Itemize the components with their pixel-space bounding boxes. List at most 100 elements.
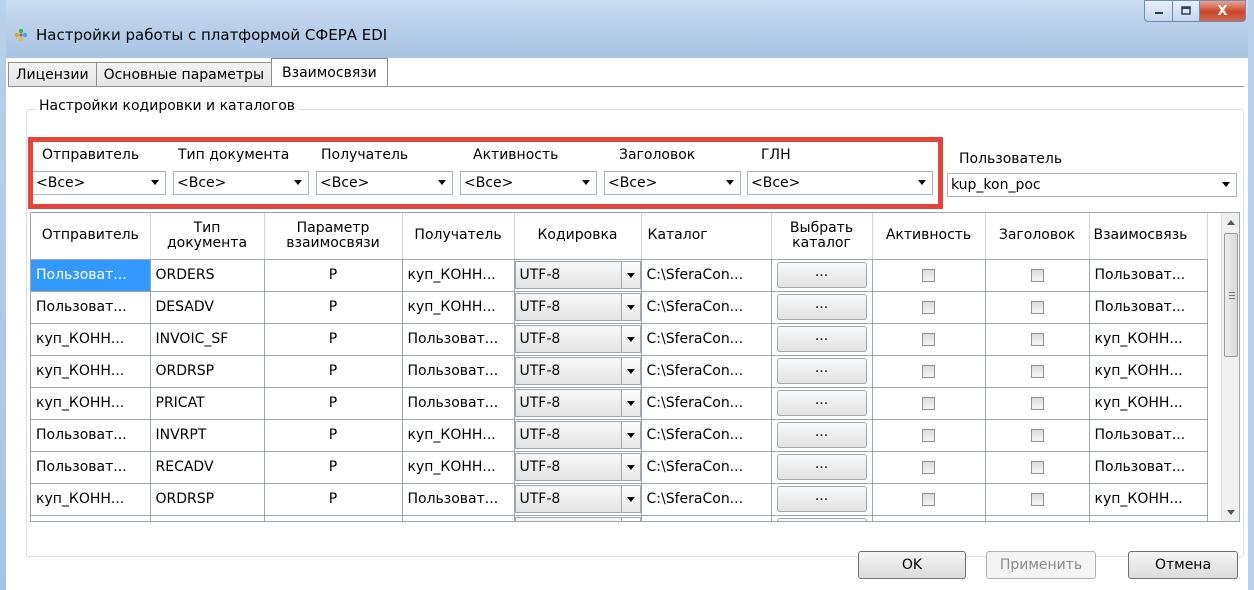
- cell-encoding[interactable]: UTF-8: [514, 291, 642, 324]
- cell-catalog[interactable]: C:\SferaCon...: [641, 419, 772, 452]
- cell-activity[interactable]: [872, 451, 986, 484]
- apply-button[interactable]: Применить: [986, 551, 1096, 579]
- cell-receiver[interactable]: Пользоват...: [402, 323, 515, 356]
- cell-encoding[interactable]: UTF-8: [514, 323, 642, 356]
- cell-header[interactable]: [985, 387, 1090, 420]
- col-header-sender[interactable]: Отправитель: [31, 213, 151, 260]
- cell-relation[interactable]: куп_КОНН...: [1089, 483, 1208, 516]
- cell-doctype[interactable]: RECADV: [150, 451, 265, 484]
- cell-param[interactable]: P: [264, 387, 403, 420]
- activity-checkbox[interactable]: [922, 268, 935, 282]
- cell-sender[interactable]: Пользоват...: [31, 419, 151, 452]
- table-row[interactable]: Пользоват... RECADV Pкуп_КОНН... UTF-8 C:\Sf…: [31, 451, 1208, 484]
- cell-header[interactable]: [985, 355, 1090, 388]
- encoding-dropdown-button[interactable]: [620, 517, 640, 521]
- cell-pick[interactable]: ...: [771, 515, 873, 521]
- header-checkbox[interactable]: [1030, 332, 1044, 346]
- header-checkbox[interactable]: [1030, 268, 1044, 282]
- cell-encoding[interactable]: UTF-8: [514, 483, 642, 516]
- close-button[interactable]: X: [1200, 0, 1246, 22]
- cell-header[interactable]: [985, 323, 1090, 356]
- encoding-dropdown-button[interactable]: [620, 357, 640, 385]
- pick-catalog-button[interactable]: ...: [776, 422, 867, 448]
- cancel-button[interactable]: Отмена: [1128, 551, 1238, 579]
- cell-pick[interactable]: ...: [771, 483, 873, 516]
- cell-sender[interactable]: куп_КОНН...: [31, 387, 151, 420]
- encoding-select[interactable]: UTF-8: [514, 389, 640, 417]
- scroll-thumb[interactable]: [1224, 233, 1238, 357]
- col-header-receiver[interactable]: Получатель: [402, 213, 515, 260]
- tab-licenses[interactable]: Лицензии: [8, 62, 97, 86]
- cell-receiver[interactable]: куп_КОНН...: [402, 419, 515, 452]
- encoding-dropdown-button[interactable]: [620, 421, 640, 449]
- cell-param[interactable]: P: [264, 483, 403, 516]
- cell-relation[interactable]: куп_КОНН...: [1089, 387, 1208, 420]
- cell-activity[interactable]: [872, 355, 986, 388]
- cell-relation[interactable]: Пользоват...: [1089, 259, 1208, 292]
- cell-doctype[interactable]: ORDRSP: [150, 355, 265, 388]
- cell-receiver[interactable]: Пользоват...: [402, 483, 515, 516]
- pick-catalog-button[interactable]: ...: [776, 390, 867, 416]
- cell-doctype[interactable]: DESADV: [150, 291, 265, 324]
- encoding-select[interactable]: UTF-8: [514, 293, 640, 321]
- cell-receiver[interactable]: Пользоват...: [402, 387, 515, 420]
- cell-sender[interactable]: куп_КОНН...: [31, 323, 151, 356]
- cell-pick[interactable]: ...: [771, 451, 873, 484]
- pick-catalog-button[interactable]: ...: [776, 294, 867, 320]
- cell-pick[interactable]: ...: [771, 259, 873, 292]
- encoding-select[interactable]: UTF-8: [514, 453, 640, 481]
- minimize-button[interactable]: [1144, 0, 1173, 22]
- pick-catalog-button[interactable]: ...: [776, 262, 867, 288]
- cell-catalog[interactable]: C:\SferaCon...: [641, 291, 772, 324]
- activity-checkbox[interactable]: [922, 460, 935, 474]
- cell-receiver[interactable]: Пользоват...: [402, 355, 515, 388]
- header-checkbox[interactable]: [1030, 396, 1044, 410]
- cell-pick[interactable]: ...: [771, 419, 873, 452]
- cell-relation[interactable]: Пользоват...: [1089, 291, 1208, 324]
- cell-doctype[interactable]: ORDERS: [150, 259, 265, 292]
- cell-doctype[interactable]: ORDRSP: [150, 483, 265, 516]
- activity-checkbox[interactable]: [922, 492, 935, 506]
- table-row[interactable]: куп_КОНН... INVOIC_SF P Пользоват... UTF-8 C:…: [31, 323, 1208, 356]
- cell-doctype[interactable]: PRICAT: [150, 387, 265, 420]
- cell-header[interactable]: [985, 291, 1090, 324]
- cell-activity[interactable]: [872, 419, 986, 452]
- filter-user-select[interactable]: kup_kon_poc: [947, 173, 1237, 197]
- cell-activity[interactable]: [872, 259, 986, 292]
- col-header-catalog[interactable]: Каталог: [641, 213, 772, 260]
- cell-catalog[interactable]: C:\SferaCon...: [641, 387, 772, 420]
- scroll-up-button[interactable]: [1223, 213, 1239, 231]
- tab-relations[interactable]: Взаимосвязи: [271, 58, 388, 86]
- cell-activity[interactable]: [872, 483, 986, 516]
- encoding-dropdown-button[interactable]: [620, 485, 640, 513]
- cell-param[interactable]: P: [264, 515, 403, 521]
- cell-encoding[interactable]: UTF-8: [514, 451, 642, 484]
- pick-catalog-button[interactable]: ...: [776, 454, 867, 480]
- scroll-down-button[interactable]: [1223, 503, 1239, 521]
- cell-param[interactable]: P: [264, 419, 403, 452]
- cell-receiver[interactable]: куп_КОНН...: [402, 259, 515, 292]
- encoding-select[interactable]: UTF-8: [514, 261, 640, 289]
- encoding-dropdown-button[interactable]: [620, 389, 640, 417]
- cell-header[interactable]: [985, 419, 1090, 452]
- cell-receiver[interactable]: куп_КОНН...: [402, 291, 515, 324]
- cell-catalog[interactable]: C:\SferaCon...: [641, 483, 772, 516]
- activity-checkbox[interactable]: [922, 396, 935, 410]
- cell-activity[interactable]: [872, 291, 986, 324]
- maximize-button[interactable]: [1173, 0, 1200, 22]
- encoding-dropdown-button[interactable]: [620, 293, 640, 321]
- cell-header[interactable]: [985, 451, 1090, 484]
- cell-encoding[interactable]: UTF-8: [514, 387, 642, 420]
- cell-pick[interactable]: ...: [771, 323, 873, 356]
- cell-param[interactable]: P: [264, 259, 403, 292]
- cell-encoding[interactable]: UTF-8: [514, 515, 642, 521]
- cell-header[interactable]: [985, 259, 1090, 292]
- cell-sender[interactable]: Пользоват...: [31, 291, 151, 324]
- relations-grid[interactable]: Отправитель Тип документа Параметр взаимос…: [30, 212, 1240, 522]
- col-header-pick[interactable]: Выбрать каталог: [771, 213, 873, 260]
- grid-vertical-scrollbar[interactable]: [1221, 213, 1239, 521]
- cell-param[interactable]: P: [264, 291, 403, 324]
- cell-receiver[interactable]: Пользоват...: [402, 515, 515, 521]
- col-header-param[interactable]: Параметр взаимосвязи: [264, 213, 403, 260]
- cell-pick[interactable]: ...: [771, 355, 873, 388]
